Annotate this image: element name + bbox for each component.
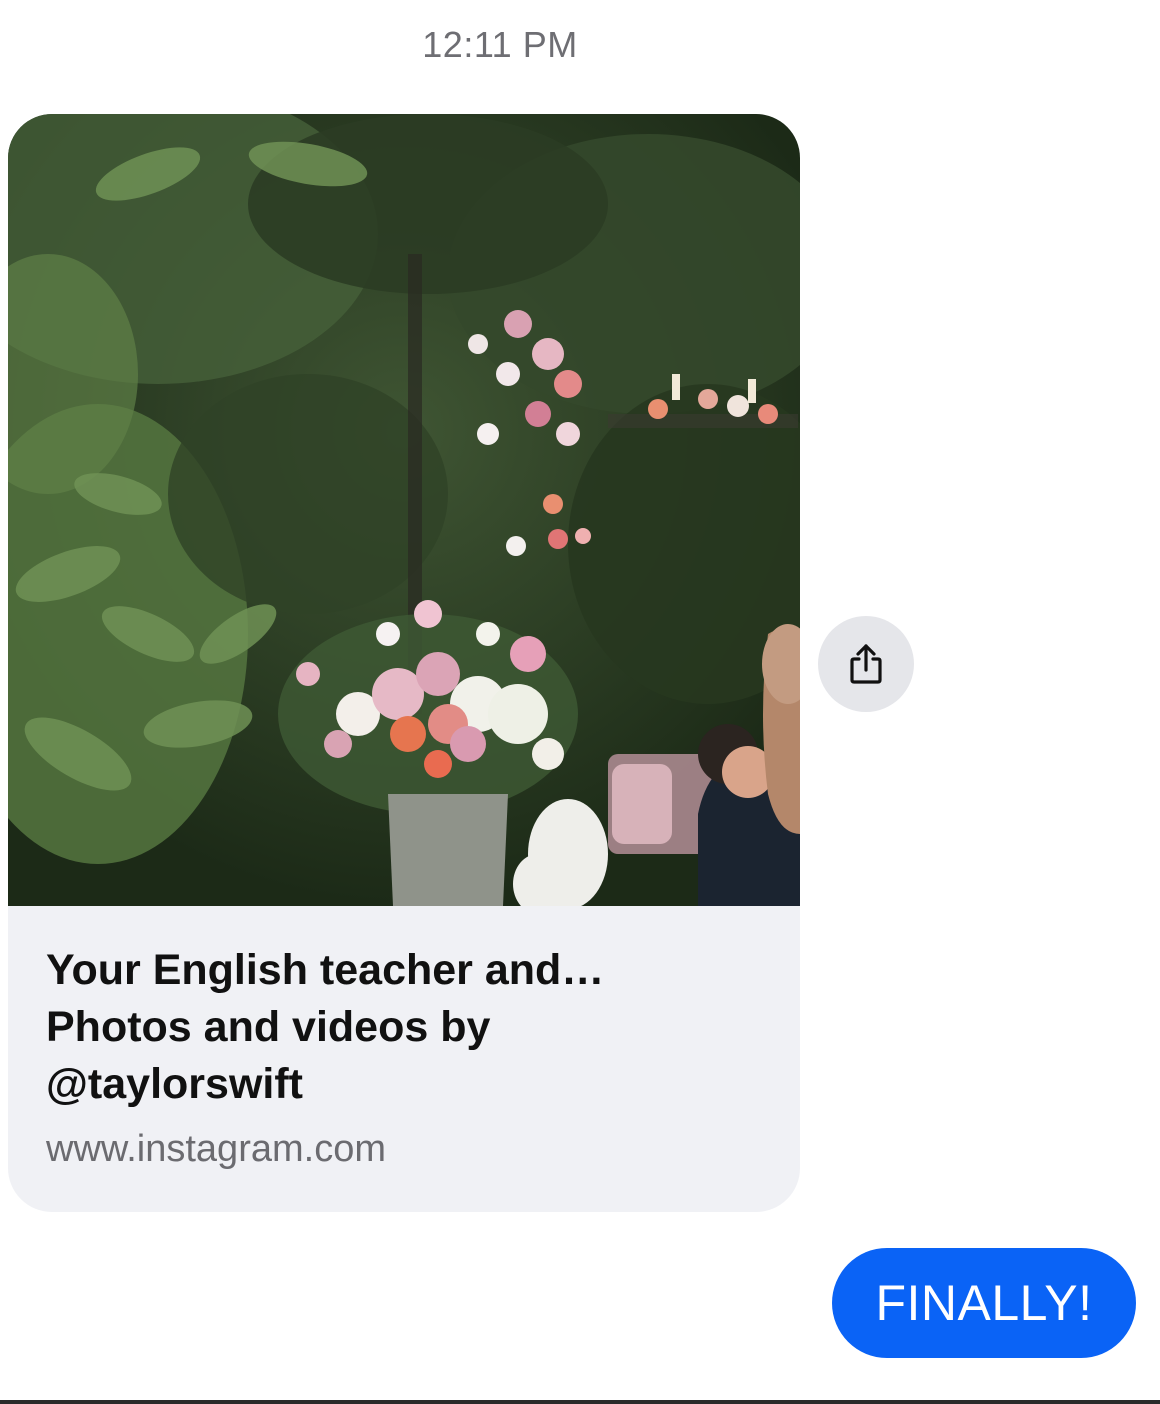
link-preview-domain: www.instagram.com	[46, 1128, 386, 1170]
share-icon	[850, 644, 882, 684]
link-preview-title: Your English teacher and… Photos and vid…	[46, 946, 605, 1108]
share-button[interactable]	[818, 616, 914, 712]
message-timestamp: 12:11 PM	[422, 24, 578, 65]
link-preview-image	[8, 114, 800, 906]
link-preview-info: Your English teacher and… Photos and vid…	[8, 906, 800, 1212]
link-preview-card[interactable]: Your English teacher and… Photos and vid…	[8, 114, 800, 1212]
sent-message-bubble[interactable]: FINALLY!	[832, 1248, 1136, 1358]
bottom-divider	[0, 1400, 1160, 1404]
